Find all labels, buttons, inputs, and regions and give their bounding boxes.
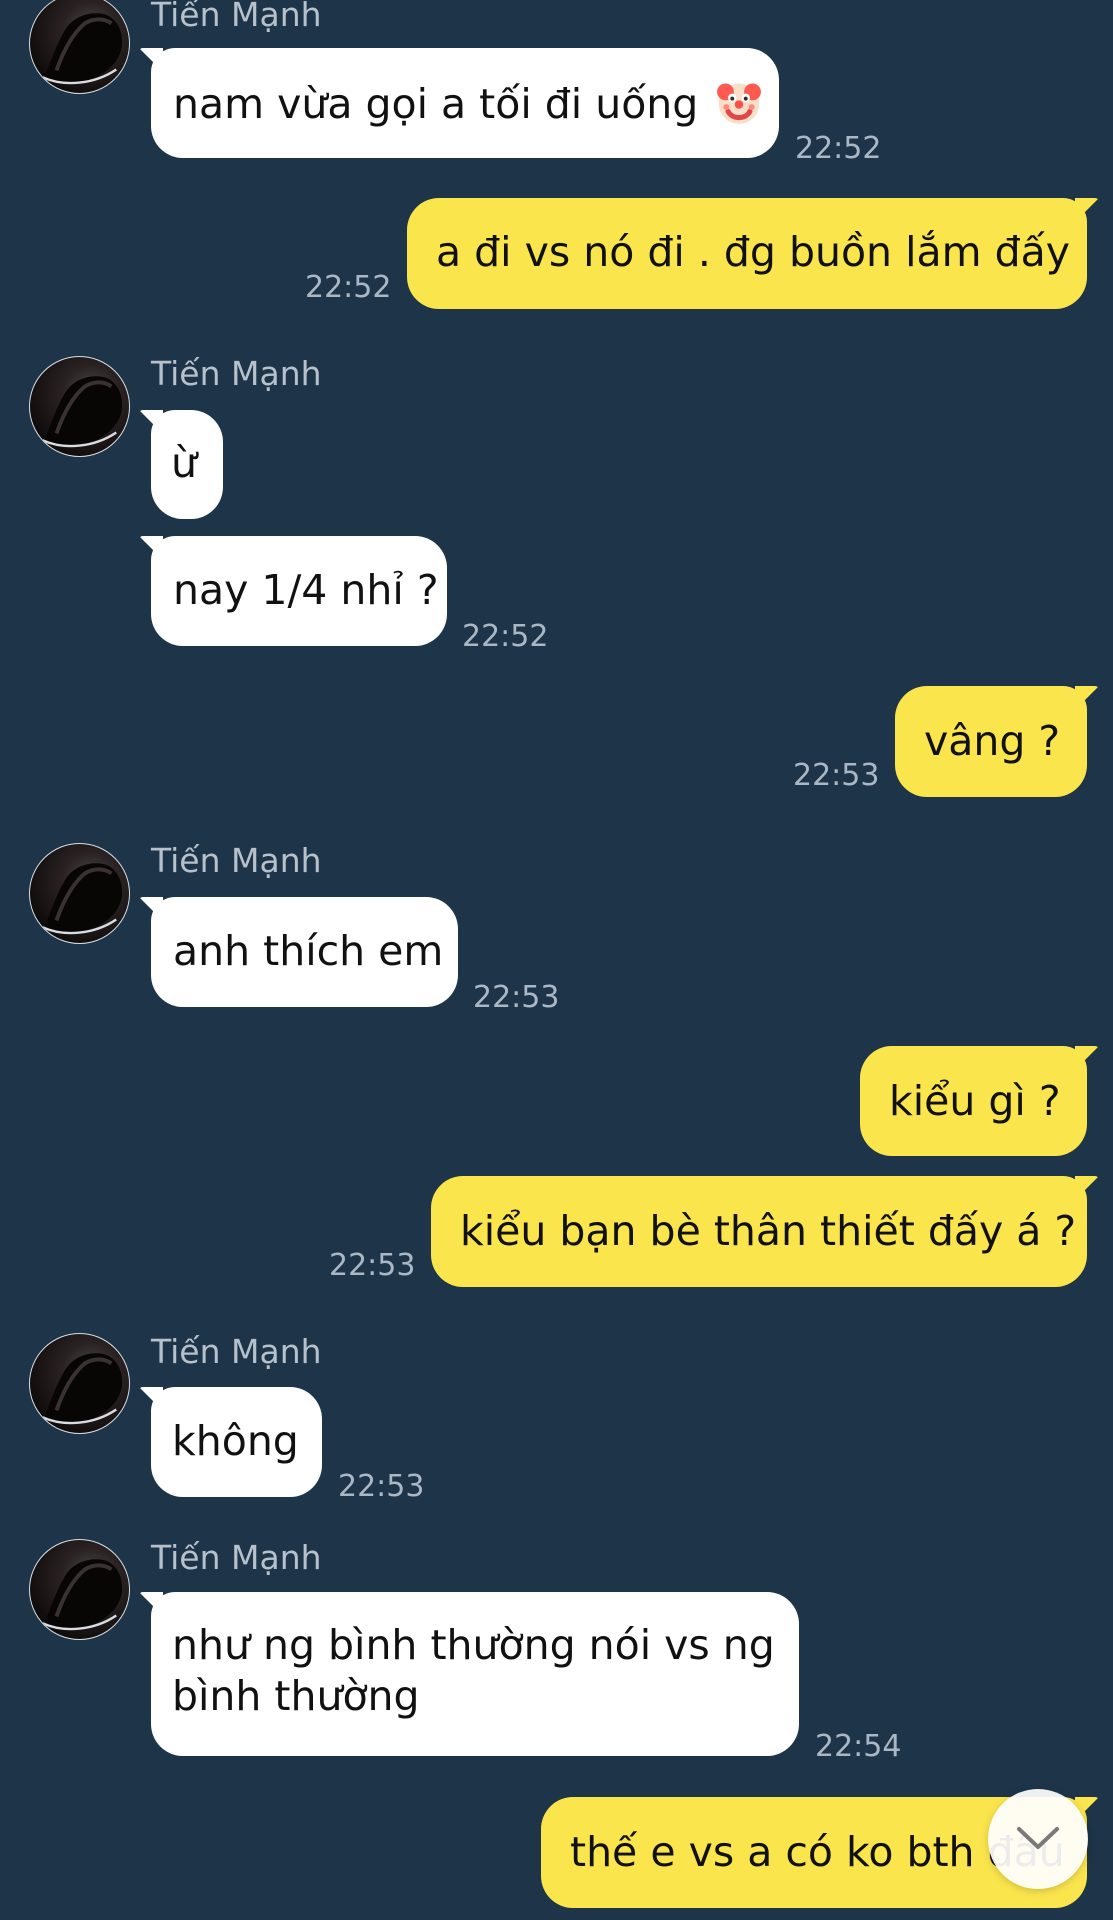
sender-avatar[interactable] xyxy=(29,1333,130,1434)
message-text: kiểu gì ? xyxy=(889,1077,1061,1125)
message-time: 22:53 xyxy=(329,1248,416,1283)
message-text: vâng ? xyxy=(924,717,1061,765)
message-time: 22:54 xyxy=(815,1729,902,1764)
message-time: 22:53 xyxy=(338,1469,425,1504)
message-text: anh thích em xyxy=(173,927,444,975)
message-time: 22:52 xyxy=(462,619,549,654)
incoming-message-bubble[interactable]: anh thích em xyxy=(151,897,458,1007)
sender-avatar[interactable] xyxy=(29,843,130,944)
sender-name: Tiến Mạnh xyxy=(151,1332,322,1371)
chat-screen: Tiến Mạnh nam vừa gọi a tối đi uống 22:5… xyxy=(0,0,1113,1920)
sender-name: Tiến Mạnh xyxy=(151,841,322,880)
message-text: kiểu bạn bè thân thiết đấy á ? xyxy=(460,1207,1077,1255)
sender-name: Tiến Mạnh xyxy=(151,1538,322,1577)
outgoing-message-bubble[interactable]: vâng ? xyxy=(895,686,1087,797)
sender-name: Tiến Mạnh xyxy=(151,354,322,393)
message-text: nay 1/4 nhỉ ? xyxy=(173,566,439,614)
message-time: 22:52 xyxy=(795,131,882,166)
sender-avatar[interactable] xyxy=(29,1539,130,1640)
outgoing-message-bubble[interactable]: a đi vs nó đi . đg buồn lắm đấy xyxy=(407,198,1087,309)
incoming-message-bubble[interactable]: nay 1/4 nhỉ ? xyxy=(151,536,447,646)
sender-avatar[interactable] xyxy=(29,356,130,457)
message-text: không xyxy=(172,1417,299,1465)
message-time: 22:52 xyxy=(305,270,392,305)
outgoing-message-bubble[interactable]: kiểu gì ? xyxy=(860,1046,1087,1156)
sender-avatar[interactable] xyxy=(29,0,130,94)
message-text: nam vừa gọi a tối đi uống xyxy=(173,75,762,130)
incoming-message-bubble[interactable]: ừ xyxy=(151,410,223,519)
message-time: 22:53 xyxy=(473,980,560,1015)
incoming-message-bubble[interactable]: không xyxy=(151,1387,322,1497)
chevron-down-icon xyxy=(1017,1827,1059,1849)
message-text: ừ xyxy=(171,439,197,487)
message-text: a đi vs nó đi . đg buồn lắm đấy xyxy=(436,228,1070,276)
message-text: như ng bình thường nói vs ng bình thường xyxy=(172,1621,775,1720)
incoming-message-bubble[interactable]: như ng bình thường nói vs ng bình thường xyxy=(151,1592,799,1756)
incoming-message-bubble[interactable]: nam vừa gọi a tối đi uống xyxy=(151,48,779,158)
scroll-down-button[interactable] xyxy=(988,1789,1088,1889)
outgoing-message-bubble[interactable]: kiểu bạn bè thân thiết đấy á ? xyxy=(431,1176,1087,1287)
message-time: 22:53 xyxy=(793,758,880,793)
clown-face-icon xyxy=(717,83,762,124)
sender-name: Tiến Mạnh xyxy=(151,0,322,34)
